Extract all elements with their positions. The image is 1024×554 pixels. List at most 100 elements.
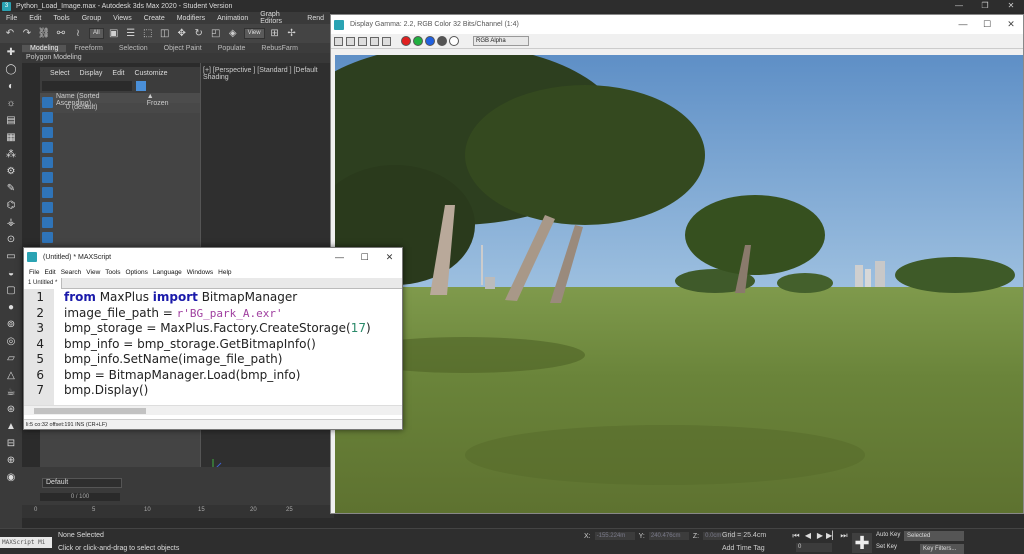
cone-icon[interactable]: △ [5, 370, 17, 382]
code-editor[interactable]: 1 2 3 4 5 6 7 from MaxPlus import Bitmap… [24, 289, 402, 405]
scene-menu-display[interactable]: Display [79, 70, 102, 77]
current-frame-field[interactable]: 0 [796, 543, 832, 552]
lights-icon[interactable]: ☼ [5, 98, 17, 110]
geometry-filter-icon[interactable] [42, 112, 53, 123]
snap-icon[interactable]: ✢ [285, 27, 299, 41]
plane-icon[interactable]: ▱ [5, 353, 17, 365]
xrefs-filter-icon[interactable] [42, 217, 53, 228]
print-icon[interactable] [370, 36, 379, 46]
editor-menu-help[interactable]: Help [218, 269, 231, 276]
redo-icon[interactable]: ↷ [20, 27, 34, 41]
torus-icon[interactable]: ◎ [5, 336, 17, 348]
minimize-icon[interactable]: — [946, 0, 972, 12]
globe-icon[interactable]: ⊕ [5, 455, 17, 467]
filter-icon[interactable] [136, 81, 146, 91]
undo-icon[interactable]: ↶ [3, 27, 17, 41]
go-to-end-icon[interactable]: ⏭ [838, 531, 850, 541]
mono-channel-icon[interactable] [437, 36, 447, 46]
maximize-icon[interactable]: ☐ [975, 15, 999, 34]
rect-selection-icon[interactable]: ⬚ [141, 27, 155, 41]
tab-modeling[interactable]: Modeling [22, 44, 67, 52]
menu-modifiers[interactable]: Modifiers [177, 15, 205, 22]
save-image-icon[interactable] [334, 36, 343, 46]
rotate-icon[interactable]: ↻ [192, 27, 206, 41]
time-slider[interactable]: 0 / 100 [40, 493, 120, 501]
display-all-icon[interactable] [42, 97, 53, 108]
tab-freeform[interactable]: Freeform [66, 45, 110, 52]
cameras-icon[interactable]: ▤ [5, 115, 17, 127]
lights-filter-icon[interactable] [42, 142, 53, 153]
menu-views[interactable]: Views [113, 15, 132, 22]
green-channel-icon[interactable] [413, 36, 423, 46]
modify-icon[interactable]: ⌬ [5, 200, 17, 212]
red-channel-icon[interactable] [401, 36, 411, 46]
timeline-ruler[interactable]: 0 5 10 15 20 25 [22, 505, 334, 518]
menu-graph-editors[interactable]: Graph Editors [260, 11, 295, 25]
set-key-button[interactable]: Set Key [876, 544, 897, 550]
menu-group[interactable]: Group [82, 15, 101, 22]
go-to-start-icon[interactable]: ⏮ [790, 531, 802, 541]
ribbon-subtab-polygon-modeling[interactable]: Polygon Modeling [22, 53, 330, 63]
editor-menu-tools[interactable]: Tools [105, 269, 120, 276]
tab-object-paint[interactable]: Object Paint [156, 45, 210, 52]
teapot-icon[interactable]: ☕ [5, 387, 17, 399]
editor-menu-view[interactable]: View [86, 269, 100, 276]
key-filters-button[interactable]: Key Filters... [920, 544, 964, 554]
tube-icon[interactable]: ⊛ [5, 404, 17, 416]
pyramid-icon[interactable]: ▲ [5, 421, 17, 433]
maximize-icon[interactable]: ☐ [352, 248, 377, 266]
horizontal-scrollbar[interactable] [24, 405, 402, 415]
scene-menu-customize[interactable]: Customize [134, 70, 167, 77]
next-frame-icon[interactable]: ▶▏ [826, 531, 838, 541]
clear-icon[interactable] [382, 36, 391, 46]
reference-coord-dropdown[interactable]: View [243, 28, 265, 39]
layer-dropdown[interactable]: Default [42, 478, 122, 488]
clone-image-icon[interactable] [358, 36, 367, 46]
column-name[interactable]: Name (Sorted Ascending) [56, 93, 117, 107]
box-icon[interactable]: ▢ [5, 285, 17, 297]
add-time-tag[interactable]: Add Time Tag [722, 545, 765, 552]
editor-menu-options[interactable]: Options [125, 269, 147, 276]
auto-key-button[interactable]: Auto Key [876, 532, 900, 538]
bones-filter-icon[interactable] [42, 232, 53, 243]
menu-file[interactable]: File [6, 15, 17, 22]
menu-edit[interactable]: Edit [29, 15, 41, 22]
geometry-icon[interactable]: ◯ [5, 64, 17, 76]
y-coord-field[interactable]: 240.476cm [648, 532, 689, 540]
editor-menu-windows[interactable]: Windows [187, 269, 213, 276]
menu-tools[interactable]: Tools [53, 15, 69, 22]
cylinder-icon[interactable]: ⊚ [5, 319, 17, 331]
scrollbar-thumb[interactable] [34, 408, 146, 414]
blue-channel-icon[interactable] [425, 36, 435, 46]
placement-icon[interactable]: ◈ [226, 27, 240, 41]
tab-selection[interactable]: Selection [111, 45, 156, 52]
maximize-icon[interactable]: ❐ [972, 0, 998, 12]
bind-icon[interactable]: ≀ [71, 27, 85, 41]
tab-populate[interactable]: Populate [210, 45, 254, 52]
menu-create[interactable]: Create [144, 15, 165, 22]
alpha-channel-icon[interactable] [449, 36, 459, 46]
sphere-icon[interactable]: ● [5, 302, 17, 314]
play-icon[interactable]: ▶ [814, 531, 826, 541]
helpers-icon[interactable]: ▦ [5, 132, 17, 144]
hierarchy-icon[interactable]: ⚶ [5, 217, 17, 229]
x-coord-field[interactable]: -155.224m [594, 532, 635, 540]
scale-icon[interactable]: ◰ [209, 27, 223, 41]
display-icon[interactable]: ▭ [5, 251, 17, 263]
shapes-filter-icon[interactable] [42, 127, 53, 138]
select-by-name-icon[interactable]: ☰ [124, 27, 138, 41]
close-icon[interactable]: ✕ [377, 248, 402, 266]
unlink-icon[interactable]: ⚯ [54, 27, 68, 41]
copy-image-icon[interactable] [346, 36, 355, 46]
pivot-icon[interactable]: ⊞ [268, 27, 282, 41]
menu-animation[interactable]: Animation [217, 15, 248, 22]
scene-menu-select[interactable]: Select [50, 70, 69, 77]
viewport-label[interactable]: [+] [Perspective ] [Standard ] [Default … [201, 63, 334, 85]
spacewarps-icon[interactable]: ⁂ [5, 149, 17, 161]
selection-filter-dropdown[interactable]: All [89, 28, 104, 39]
code-lines[interactable]: from MaxPlus import BitmapManager image_… [54, 289, 371, 405]
helpers-filter-icon[interactable] [42, 172, 53, 183]
window-crossing-icon[interactable]: ◫ [158, 27, 172, 41]
groups-filter-icon[interactable] [42, 202, 53, 213]
utilities-icon[interactable]: ◒ [5, 268, 17, 280]
